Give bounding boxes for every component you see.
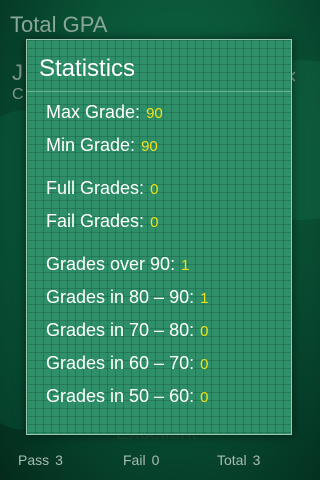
total-value: 3 <box>252 452 261 468</box>
stat-label: Grades in 80 – 90: <box>46 287 195 307</box>
stat-value: 0 <box>150 181 159 198</box>
background-partial-text: C <box>12 86 24 103</box>
stat-max-grade: Max Grade: 90 <box>46 102 163 123</box>
pass-count: Pass 3 <box>18 452 63 468</box>
dialog-divider <box>27 91 291 92</box>
fail-count: Fail 0 <box>123 452 159 468</box>
screen: Total GPA J C × Excellent Pass3 Fail0 To… <box>0 0 320 480</box>
stat-value: 90 <box>146 105 163 122</box>
background-app-title: Total GPA <box>10 12 108 37</box>
total-count: Total 3 <box>217 452 260 468</box>
stat-label: Grades in 70 – 80: <box>46 320 195 340</box>
stat-grades-over-90: Grades over 90: 1 <box>46 254 189 275</box>
stat-grades-70-80: Grades in 70 – 80: 0 <box>46 320 208 341</box>
dialog-title: Statistics <box>39 55 136 82</box>
statistics-dialog: Statistics Max Grade: 90 Min Grade: 90 F… <box>26 39 292 435</box>
fail-label: Fail <box>123 452 146 468</box>
stat-value: 1 <box>181 257 190 274</box>
stat-value: 1 <box>200 290 209 307</box>
stat-min-grade: Min Grade: 90 <box>46 135 158 156</box>
stat-grades-80-90: Grades in 80 – 90: 1 <box>46 287 208 308</box>
fail-value: 0 <box>151 452 160 468</box>
stat-label: Fail Grades: <box>46 211 145 231</box>
stat-label: Min Grade: <box>46 135 136 155</box>
background-partial-text: J <box>12 60 23 85</box>
stat-full-grades: Full Grades: 0 <box>46 178 158 199</box>
stat-label: Grades over 90: <box>46 254 176 274</box>
bottom-summary-bar: Pass 3 Fail 0 Total 3 <box>0 450 320 472</box>
pass-value: 3 <box>55 452 63 468</box>
stat-value: 0 <box>200 356 209 373</box>
stat-value: 0 <box>200 323 209 340</box>
stat-label: Max Grade: <box>46 102 141 122</box>
total-label: Total <box>217 452 247 468</box>
stat-label: Grades in 60 – 70: <box>46 353 195 373</box>
stat-value: 0 <box>200 389 209 406</box>
stat-label: Grades in 50 – 60: <box>46 386 195 406</box>
stat-value: 90 <box>141 138 158 155</box>
stat-label: Full Grades: <box>46 178 145 198</box>
stat-grades-50-60: Grades in 50 – 60: 0 <box>46 386 208 407</box>
stat-fail-grades: Fail Grades: 0 <box>46 211 158 232</box>
pass-label: Pass <box>18 452 50 468</box>
stat-grades-60-70: Grades in 60 – 70: 0 <box>46 353 208 374</box>
stat-value: 0 <box>150 214 159 231</box>
